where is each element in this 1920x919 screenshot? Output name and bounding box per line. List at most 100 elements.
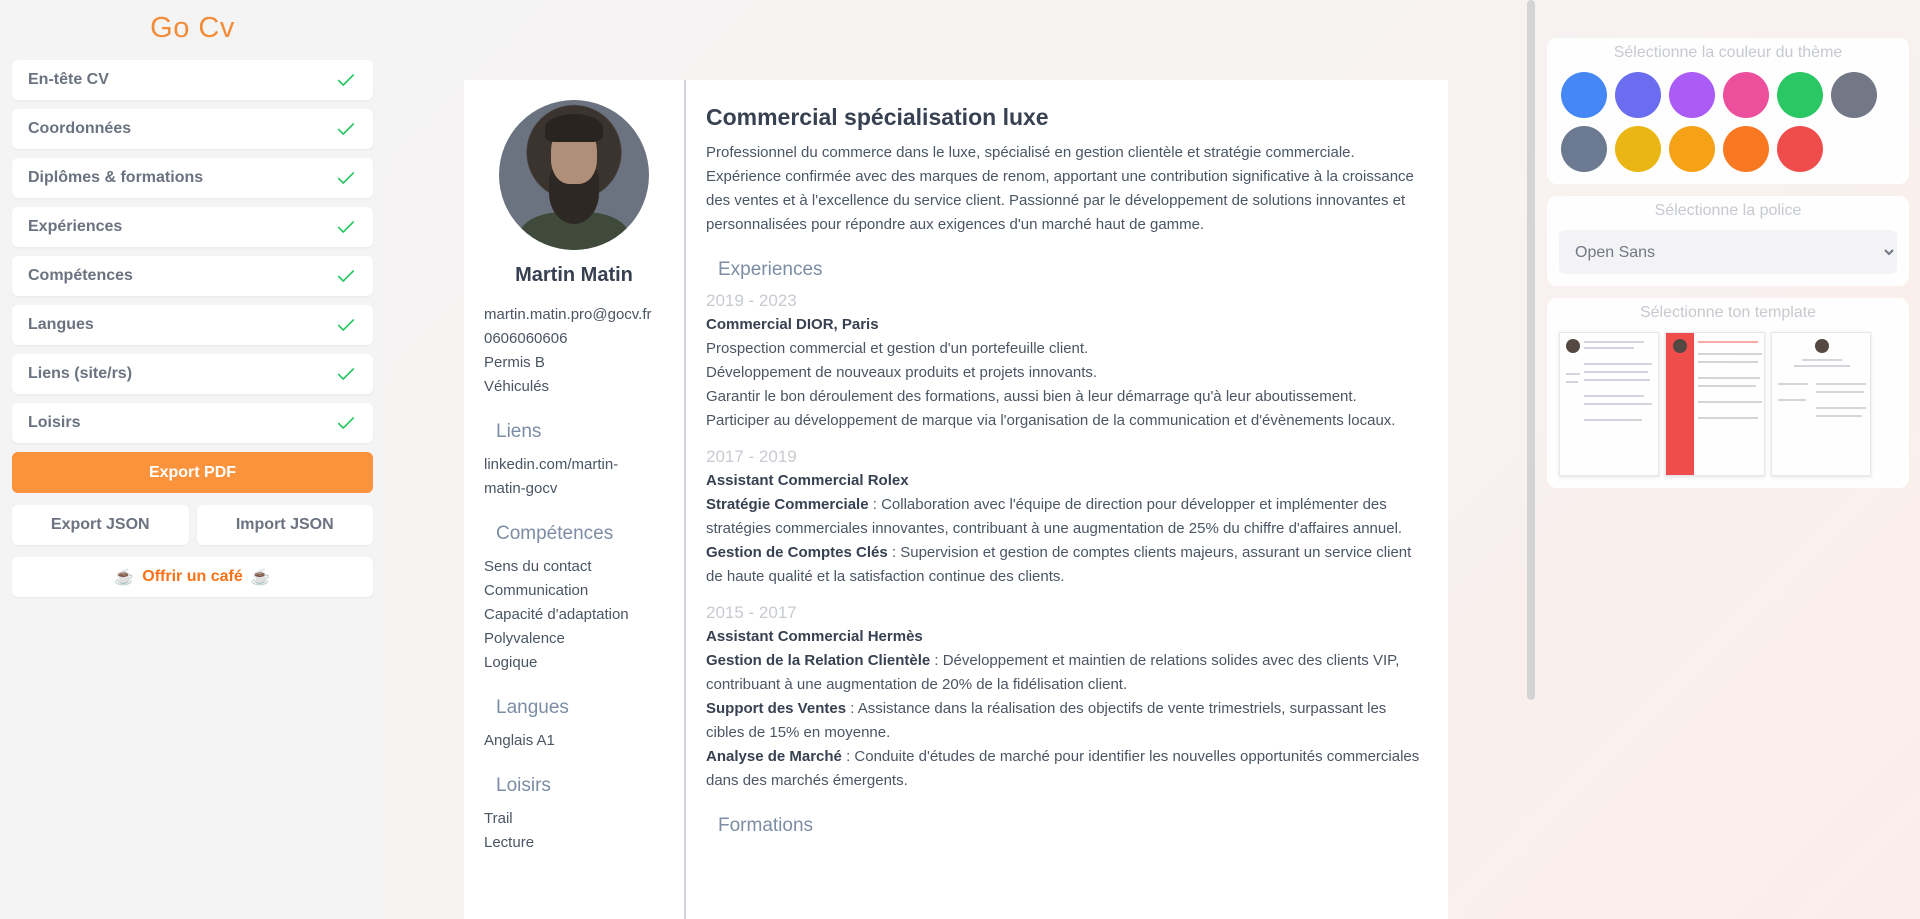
template-thumbnail-centered[interactable] — [1771, 332, 1871, 476]
experience-date: 2017 - 2019 — [706, 447, 797, 466]
sidebar: Go Cv En-tête CV Coordonnées Diplômes & fo… — [0, 0, 385, 919]
template-thumbnail-classic[interactable] — [1559, 332, 1659, 476]
preview-scrollbar[interactable] — [1527, 0, 1535, 700]
experience-line: Gestion de Comptes Clés : Supervision et… — [706, 541, 1422, 589]
experience-line-title: Gestion de la Relation Clientèle — [706, 652, 931, 669]
avatar — [499, 100, 649, 250]
import-json-button[interactable]: Import JSON — [196, 505, 373, 545]
theme-color-swatch[interactable] — [1723, 126, 1769, 172]
sidebar-item-label: En-tête CV — [28, 71, 109, 88]
sidebar-item-label: Liens (site/rs) — [28, 365, 133, 382]
skill-item: Communication — [484, 582, 589, 599]
sidebar-item-1[interactable]: Coordonnées — [12, 109, 373, 149]
experience-line: Participer au développement de marque vi… — [706, 412, 1396, 429]
check-icon — [335, 69, 357, 91]
languages-heading: Langues — [496, 697, 569, 718]
experience-line: Développement de nouveaux produits et pr… — [706, 364, 1098, 381]
experience-line-title: Stratégie Commerciale — [706, 496, 869, 513]
hobby-item: Trail — [484, 810, 513, 827]
languages-list: Anglais A1 — [484, 729, 684, 753]
skill-item: Polyvalence — [484, 630, 565, 647]
template-card: Sélectionne ton template — [1547, 298, 1909, 488]
cv-name: Martin Matin — [515, 264, 633, 286]
export-pdf-button[interactable]: Export PDF — [12, 452, 373, 493]
theme-color-swatch[interactable] — [1777, 126, 1823, 172]
experience-line-title: Gestion de Comptes Clés — [706, 544, 888, 561]
sidebar-item-label: Loisirs — [28, 414, 81, 431]
theme-color-swatch[interactable] — [1723, 72, 1769, 118]
template-list — [1559, 332, 1897, 476]
formations-heading: Formations — [718, 815, 814, 836]
experience-line-title: Support des Ventes — [706, 700, 847, 717]
sidebar-item-0[interactable]: En-tête CV — [12, 60, 373, 100]
experiences-heading: Experiences — [718, 259, 823, 280]
theme-color-title: Sélectionne la couleur du thème — [1613, 44, 1843, 61]
theme-color-swatch[interactable] — [1615, 126, 1661, 172]
skill-item: Logique — [484, 654, 538, 671]
contact-license: Permis B — [484, 354, 545, 371]
experiences-list: 2019 - 2023 Commercial DIOR, Paris Prospec… — [706, 289, 1422, 793]
theme-color-swatch[interactable] — [1561, 72, 1607, 118]
theme-color-swatch[interactable] — [1669, 126, 1715, 172]
check-icon — [335, 314, 357, 336]
check-icon — [335, 265, 357, 287]
sidebar-item-label: Diplômes & formations — [28, 169, 204, 186]
links-list: linkedin.com/martin-matin-gocv — [484, 453, 684, 501]
cv-summary: Professionnel du commerce dans le luxe, … — [706, 144, 1414, 233]
theme-color-card: Sélectionne la couleur du thème — [1547, 38, 1909, 184]
contact-phone: 0606060606 — [484, 330, 568, 347]
experience-company: Assistant Commercial Rolex — [706, 472, 909, 489]
sidebar-item-6[interactable]: Liens (site/rs) — [12, 354, 373, 394]
export-json-button[interactable]: Export JSON — [12, 505, 189, 545]
font-title: Sélectionne la police — [1654, 202, 1802, 219]
template-title: Sélectionne ton template — [1639, 304, 1817, 321]
skill-item: Sens du contact — [484, 558, 592, 575]
experience-line: Support des Ventes : Assistance dans la … — [706, 697, 1422, 745]
sidebar-item-label: Coordonnées — [28, 120, 132, 137]
offer-coffee-button[interactable]: ☕ Offrir un café ☕ — [12, 557, 373, 597]
skills-list: Sens du contact Communication Capacité d'a… — [484, 555, 684, 675]
offer-coffee-label: Offrir un café — [142, 568, 243, 585]
sidebar-item-7[interactable]: Loisirs — [12, 403, 373, 443]
sidebar-nav: En-tête CV Coordonnées Diplômes & formatio… — [12, 60, 373, 443]
coffee-icon: ☕ — [114, 569, 135, 586]
check-icon — [335, 167, 357, 189]
sidebar-item-2[interactable]: Diplômes & formations — [12, 158, 373, 198]
theme-color-swatch[interactable] — [1831, 72, 1877, 118]
sidebar-item-5[interactable]: Langues — [12, 305, 373, 345]
experience-line: Prospection commercial et gestion d'un p… — [706, 340, 1089, 357]
link-item: linkedin.com/martin- — [484, 456, 619, 473]
contact-vehicle: Véhiculés — [484, 378, 550, 395]
theme-color-swatch[interactable] — [1561, 126, 1607, 172]
template-thumbnail-red[interactable] — [1665, 332, 1765, 476]
contact-email: martin.matin.pro@gocv.fr — [484, 306, 652, 323]
hobbies-heading: Loisirs — [496, 775, 551, 796]
cv-title: Commercial spécialisation luxe — [706, 104, 1049, 130]
theme-color-swatch[interactable] — [1615, 72, 1661, 118]
experience-line: Analyse de Marché : Conduite d'études de… — [706, 745, 1422, 793]
experience-company: Assistant Commercial Hermès — [706, 628, 923, 645]
experience-line: Stratégie Commerciale : Collaboration av… — [706, 493, 1422, 541]
theme-color-swatch[interactable] — [1669, 72, 1715, 118]
sidebar-item-label: Expériences — [28, 218, 123, 235]
theme-color-swatch[interactable] — [1777, 72, 1823, 118]
sidebar-item-4[interactable]: Compétences — [12, 256, 373, 296]
theme-swatches — [1559, 72, 1897, 172]
sidebar-item-3[interactable]: Expériences — [12, 207, 373, 247]
hobbies-list: Trail Lecture — [484, 807, 684, 855]
experience-date: 2015 - 2017 — [706, 603, 797, 622]
experience-line: Gestion de la Relation Clientèle : Dével… — [706, 649, 1422, 697]
experience-company: Commercial DIOR, Paris — [706, 316, 879, 333]
check-icon — [335, 216, 357, 238]
experience-line: Garantir le bon déroulement des formatio… — [706, 388, 1357, 405]
font-select[interactable]: Open Sans — [1559, 230, 1897, 274]
cv-preview: Martin Matin martin.matin.pro@gocv.fr 06… — [464, 80, 1448, 919]
experience-line-title: Analyse de Marché — [706, 748, 842, 765]
json-actions: Export JSON Import JSON — [12, 505, 373, 545]
hobby-item: Lecture — [484, 834, 535, 851]
check-icon — [335, 118, 357, 140]
link-item: matin-gocv — [484, 480, 558, 497]
coffee-icon: ☕ — [250, 569, 271, 586]
experience-entry: 2015 - 2017 Assistant Commercial Hermès Ge… — [706, 601, 1422, 793]
skill-item: Capacité d'adaptation — [484, 606, 629, 623]
